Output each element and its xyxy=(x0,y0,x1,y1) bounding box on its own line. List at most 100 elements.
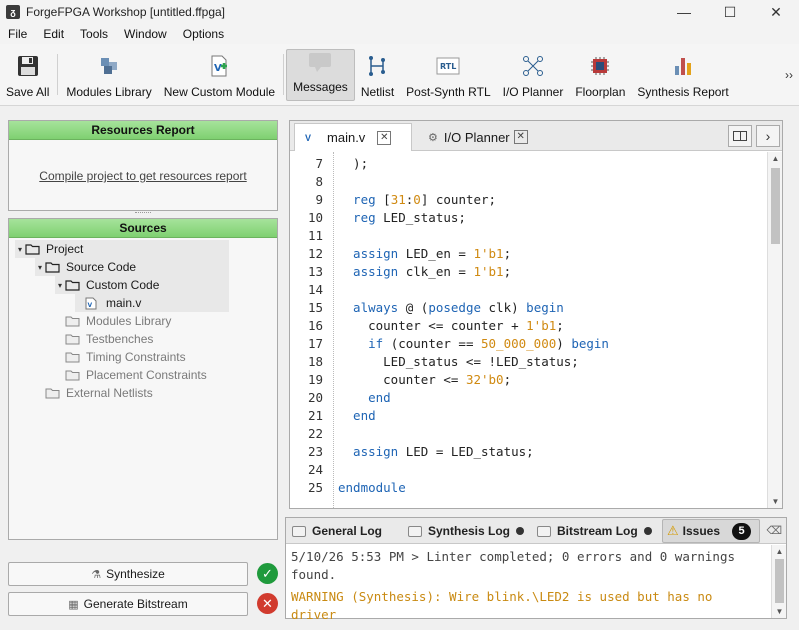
messages-button[interactable]: Messages xyxy=(286,49,355,101)
tree-item[interactable]: Testbenches xyxy=(55,330,229,348)
compile-project-link[interactable]: Compile project to get resources report xyxy=(9,169,277,183)
number-token: 0 xyxy=(413,191,421,207)
window-title: ForgeFPGA Workshop [untitled.ffpga] xyxy=(26,5,225,19)
keyword-token: posedge xyxy=(428,299,489,315)
keyword-token: reg xyxy=(338,191,384,207)
scroll-down-icon[interactable]: ▼ xyxy=(772,607,787,616)
warning-icon: ⚠ xyxy=(667,523,679,538)
toolbar-overflow-button[interactable]: ›› xyxy=(785,68,793,82)
scrollbar-thumb[interactable] xyxy=(775,559,784,603)
chevron-right-icon: › xyxy=(765,128,771,144)
modules-library-button[interactable]: Modules Library xyxy=(60,44,157,105)
keyword-token: reg xyxy=(338,209,384,225)
synthesis-report-button[interactable]: Synthesis Report xyxy=(631,44,734,105)
tab-main-v-label: main.v xyxy=(327,130,366,145)
scroll-down-icon[interactable]: ▼ xyxy=(768,497,783,506)
issues-count-badge: 5 xyxy=(732,522,752,540)
line-number: 8 xyxy=(315,173,323,189)
panel-splitter[interactable] xyxy=(135,212,151,215)
generate-bitstream-button[interactable]: ▦ Generate Bitstream xyxy=(8,592,248,616)
tab-issues[interactable]: ⚠ Issues 5 xyxy=(662,519,760,543)
code-line: 16 counter <= counter + 1'b1; xyxy=(290,316,564,334)
tree-item[interactable]: Timing Constraints xyxy=(55,348,229,366)
tree-item-label: Custom Code xyxy=(86,278,160,292)
synthesize-button[interactable]: ⚗ Synthesize xyxy=(8,562,248,586)
code-token: ; xyxy=(556,317,564,333)
split-view-button[interactable] xyxy=(728,125,752,147)
expand-caret-icon[interactable]: ▾ xyxy=(55,281,65,290)
tree-item[interactable]: ▾ Custom Code xyxy=(55,276,229,294)
code-line: 10 reg LED_status; xyxy=(290,208,466,226)
tree-item[interactable]: Vmain.v xyxy=(75,294,229,312)
menu-options[interactable]: Options xyxy=(175,27,232,41)
post-synth-rtl-button[interactable]: RTL Post-Synth RTL xyxy=(400,44,496,105)
keyword-token: end xyxy=(338,407,376,423)
title-bar: ᵹ ForgeFPGA Workshop [untitled.ffpga] — … xyxy=(0,0,799,24)
tab-bitstream-log-label: Bitstream Log xyxy=(557,524,638,538)
tree-item[interactable]: External Netlists xyxy=(35,384,229,402)
code-text: assign LED = LED_status; xyxy=(338,444,534,459)
tab-general-log[interactable]: General Log xyxy=(292,519,382,543)
new-custom-module-label: New Custom Module xyxy=(163,85,276,99)
keyword-token: assign xyxy=(338,443,406,459)
line-number: 16 xyxy=(307,317,323,333)
tree-item[interactable]: Modules Library xyxy=(55,312,229,330)
tree-item-label: Timing Constraints xyxy=(86,350,186,364)
code-text: end xyxy=(338,390,391,405)
tab-main-v[interactable]: V main.v ✕ xyxy=(294,123,412,151)
tab-bitstream-log[interactable]: Bitstream Log xyxy=(537,519,652,543)
expand-caret-icon[interactable]: ▾ xyxy=(15,245,25,254)
scroll-up-icon[interactable]: ▲ xyxy=(768,154,783,163)
expand-caret-icon[interactable]: ▾ xyxy=(35,263,45,272)
tree-item-label: External Netlists xyxy=(66,386,153,400)
menu-window[interactable]: Window xyxy=(116,27,175,41)
io-planner-button[interactable]: I/O Planner xyxy=(497,44,570,105)
log-warning-line: WARNING (Synthesis): Wire blink.\LED2 is… xyxy=(291,589,713,604)
tree-item[interactable]: Placement Constraints xyxy=(55,366,229,384)
log-tabs: General Log Synthesis Log Bitstream Log … xyxy=(286,518,786,544)
menu-tools[interactable]: Tools xyxy=(72,27,116,41)
code-line: 9 reg [31:0] counter; xyxy=(290,190,496,208)
close-tab-icon[interactable]: ✕ xyxy=(377,130,392,145)
netlist-button[interactable]: Netlist xyxy=(355,44,400,105)
new-custom-module-button[interactable]: V New Custom Module xyxy=(158,44,281,105)
toolbar: Save All Modules Library V New Custom Mo… xyxy=(0,44,799,106)
tree-item[interactable]: ▾ Project xyxy=(15,240,229,258)
resources-report-panel: Resources Report Compile project to get … xyxy=(8,120,278,211)
clear-log-icon[interactable]: ⌫ xyxy=(766,524,782,537)
cubes-icon xyxy=(96,53,122,79)
number-token: 31 xyxy=(390,191,406,207)
tab-io-planner[interactable]: ⚙ I/O Planner ✕ xyxy=(418,123,538,151)
tab-synthesis-log[interactable]: Synthesis Log xyxy=(408,519,525,543)
scroll-up-icon[interactable]: ▲ xyxy=(772,547,787,556)
keyword-token: assign xyxy=(338,263,406,279)
floorplan-button[interactable]: Floorplan xyxy=(569,44,631,105)
code-text: assign clk_en = 1'b1; xyxy=(338,264,511,279)
code-token: (counter == xyxy=(390,335,481,351)
tab-synthesis-log-label: Synthesis Log xyxy=(428,524,511,538)
keyword-token: begin xyxy=(571,335,609,351)
close-window-button[interactable]: ✕ xyxy=(753,0,799,24)
keyword-token: end xyxy=(338,389,391,405)
svg-text:V: V xyxy=(214,63,222,74)
tree-item[interactable]: ▾ Source Code xyxy=(35,258,229,276)
code-token: ] counter; xyxy=(420,191,497,207)
code-area[interactable]: 7 ); 8 9 reg [31:0] counter; 10 reg LED_sta… xyxy=(290,152,768,508)
line-number: 13 xyxy=(307,263,323,279)
save-all-button[interactable]: Save All xyxy=(0,44,55,105)
close-tab-icon[interactable]: ✕ xyxy=(513,130,528,144)
minimize-button[interactable]: — xyxy=(661,0,707,24)
menu-edit[interactable]: Edit xyxy=(35,27,72,41)
log-scrollbar[interactable]: ▲ ▼ xyxy=(771,545,786,618)
toolbar-separator xyxy=(283,54,285,95)
menu-file[interactable]: File xyxy=(0,27,35,41)
editor-scrollbar[interactable]: ▲ ▼ xyxy=(767,152,782,508)
folder-icon xyxy=(45,261,60,273)
scrollbar-thumb[interactable] xyxy=(771,168,780,244)
number-token: 32'b0 xyxy=(465,371,504,387)
keyword-token: always xyxy=(338,299,406,315)
tab-scroll-right-button[interactable]: › xyxy=(756,125,780,147)
maximize-button[interactable]: ☐ xyxy=(707,0,753,24)
code-text: assign LED_en = 1'b1; xyxy=(338,246,511,261)
netlist-label: Netlist xyxy=(360,85,395,99)
